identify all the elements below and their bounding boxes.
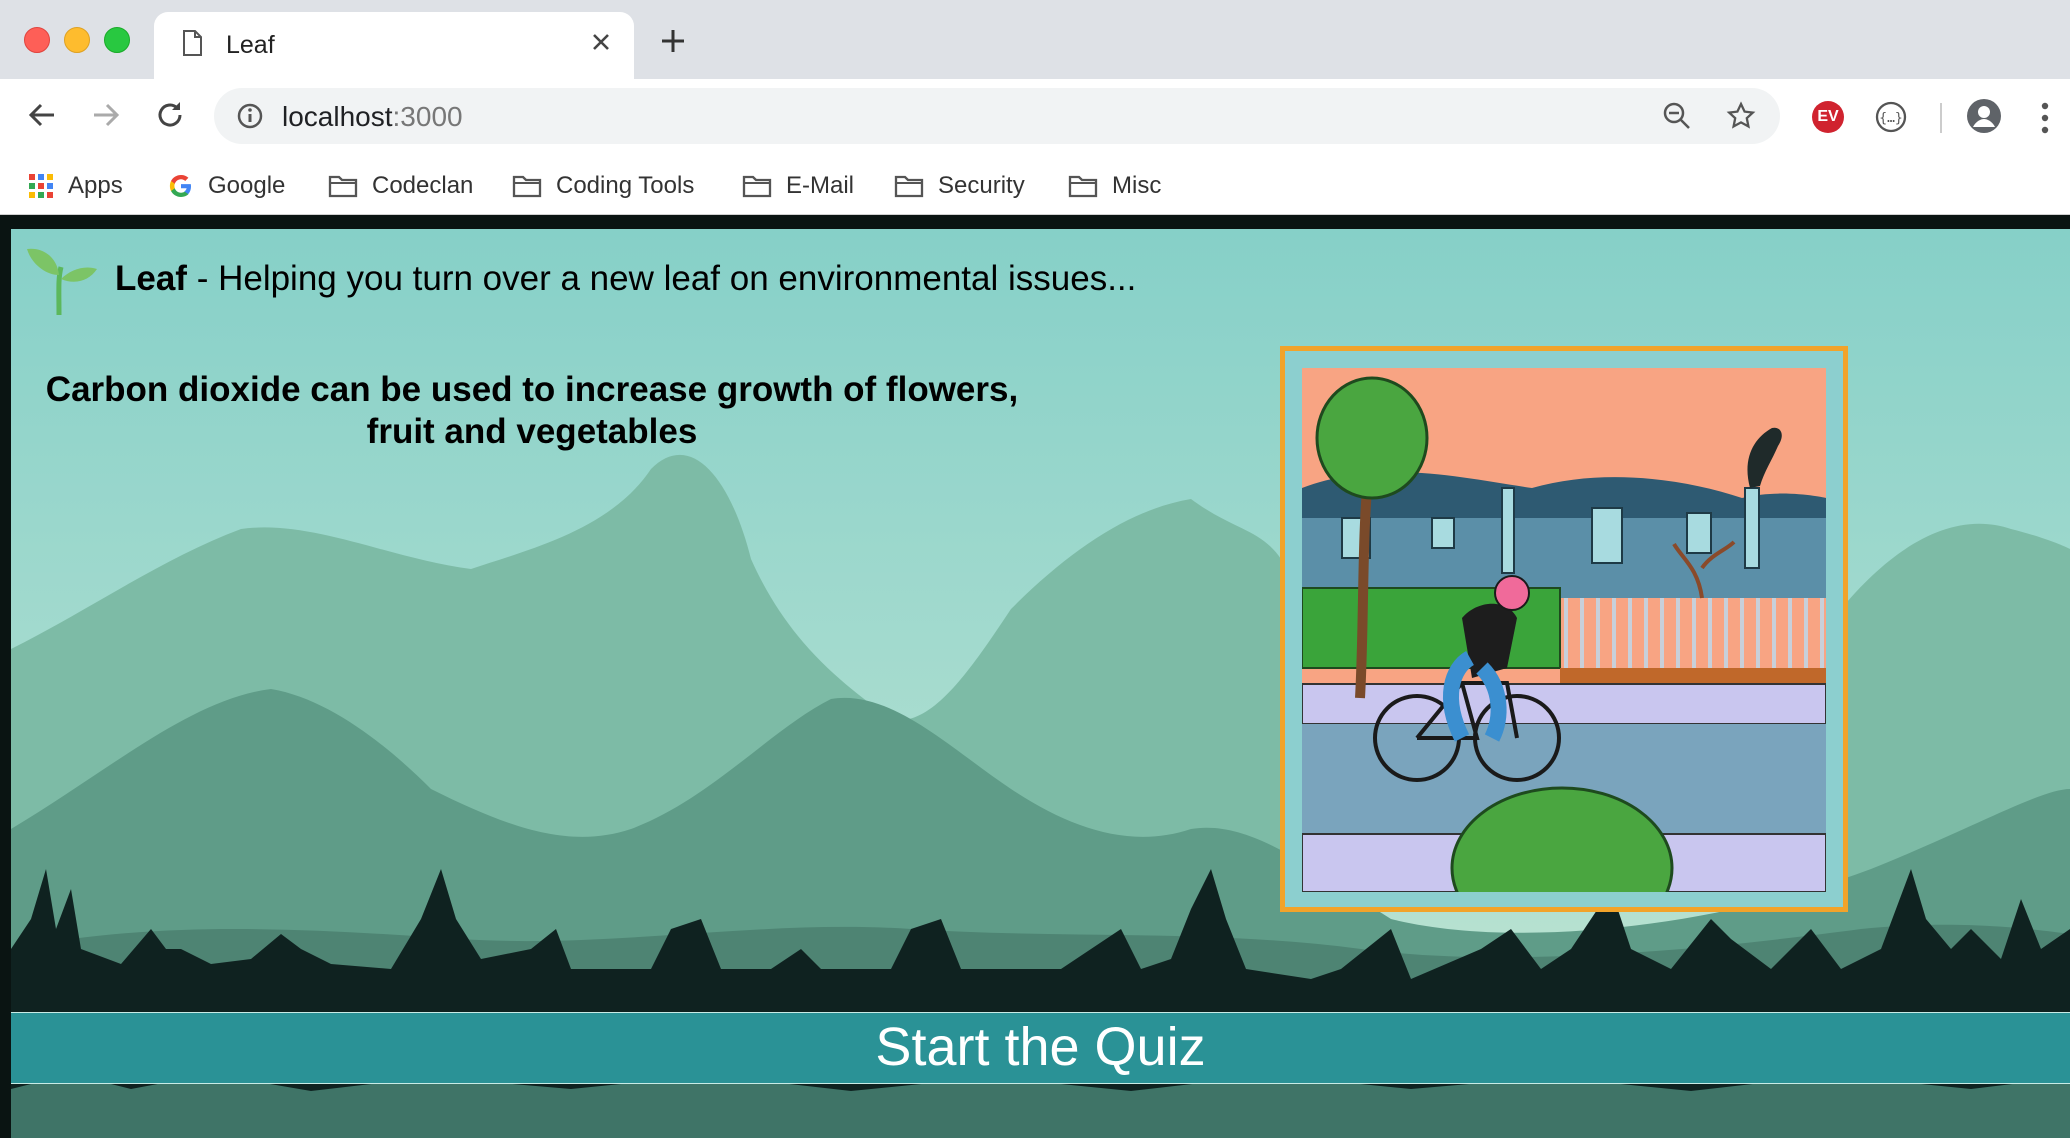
google-icon [169, 175, 191, 197]
tab-strip: Leaf [0, 0, 2070, 79]
folder-icon [1068, 175, 1098, 198]
browser-tab[interactable]: Leaf [154, 12, 634, 79]
info-icon[interactable] [236, 102, 264, 135]
bookmark-apps[interactable]: Apps [28, 166, 123, 206]
star-icon[interactable] [1726, 101, 1756, 136]
bookmark-security[interactable]: Security [894, 166, 1025, 206]
bookmark-codeclan[interactable]: Codeclan [328, 166, 473, 206]
brand-name: Leaf [115, 259, 187, 298]
environmental-fact: Carbon dioxide can be used to increase g… [45, 370, 1019, 451]
svg-text:{…}: {…} [1879, 111, 1902, 126]
browser-viewport: Leaf - Helping you turn over a new leaf … [0, 215, 2070, 1138]
address-bar[interactable]: localhost:3000 [214, 88, 1780, 144]
city-cyclist-image [1302, 368, 1826, 892]
forward-arrow-icon[interactable] [90, 99, 122, 136]
bookmark-email[interactable]: E-Mail [742, 166, 854, 206]
folder-icon [328, 175, 358, 198]
tab-title: Leaf [226, 31, 275, 59]
cyclist-illustration [1280, 346, 1848, 912]
bookmark-misc[interactable]: Misc [1068, 166, 1161, 206]
site-header: Leaf - Helping you turn over a new leaf … [25, 243, 1137, 316]
json-extension-icon[interactable]: {…} [1874, 100, 1908, 139]
bookmarks-bar: Apps Google Codeclan Coding Tools E-Mail… [0, 158, 2070, 215]
leaf-page: Leaf - Helping you turn over a new leaf … [11, 229, 2070, 1138]
folder-icon [742, 175, 772, 198]
apps-grid-icon [29, 174, 53, 198]
close-icon[interactable] [590, 31, 612, 58]
back-arrow-icon[interactable] [26, 99, 58, 136]
minimize-window-button[interactable] [64, 27, 90, 53]
vpn-extension-icon[interactable]: EV [1812, 101, 1844, 133]
folder-icon [894, 175, 924, 198]
sprout-leaf-icon [27, 248, 97, 316]
new-tab-icon[interactable] [660, 28, 686, 59]
toolbar-divider [1940, 103, 1942, 133]
zoom-out-icon[interactable] [1662, 101, 1692, 136]
start-quiz-button[interactable]: Start the Quiz [11, 1012, 2070, 1084]
folder-icon [512, 175, 542, 198]
profile-avatar-icon[interactable] [1966, 98, 2002, 139]
tagline: - Helping you turn over a new leaf on en… [186, 259, 1137, 298]
bookmark-coding-tools[interactable]: Coding Tools [512, 166, 694, 206]
document-icon [182, 30, 202, 61]
bookmark-google[interactable]: Google [168, 166, 285, 206]
reload-icon[interactable] [154, 99, 186, 136]
more-menu-icon[interactable] [2040, 101, 2050, 140]
browser-toolbar: localhost:3000 EV {…} [0, 79, 2070, 158]
close-window-button[interactable] [24, 27, 50, 53]
maximize-window-button[interactable] [104, 27, 130, 53]
url-text: localhost:3000 [282, 101, 463, 132]
